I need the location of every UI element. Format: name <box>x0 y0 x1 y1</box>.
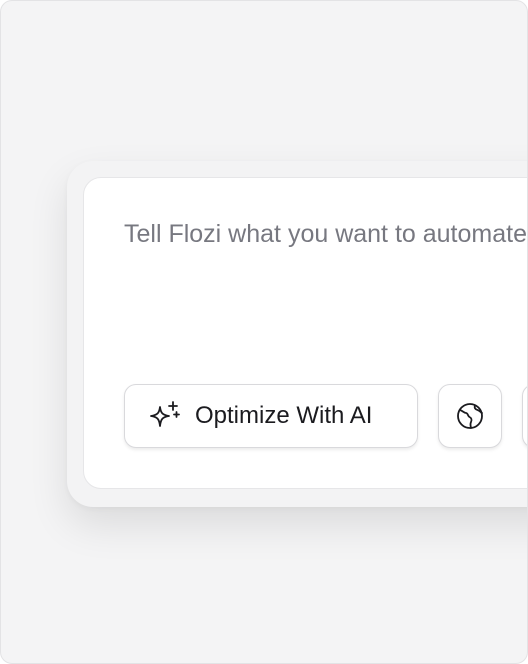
optimize-button-label: Optimize With AI <box>195 402 373 429</box>
toolbar-button[interactable] <box>522 384 527 448</box>
composer-card: Optimize With AI <box>67 161 527 507</box>
sparkle-icon <box>147 399 181 433</box>
globe-button[interactable] <box>438 384 502 448</box>
globe-icon <box>455 401 485 431</box>
optimize-with-ai-button[interactable]: Optimize With AI <box>124 384 418 448</box>
prompt-input[interactable] <box>124 220 527 249</box>
app-frame: Optimize With AI <box>0 0 528 664</box>
composer-panel: Optimize With AI <box>83 177 527 489</box>
